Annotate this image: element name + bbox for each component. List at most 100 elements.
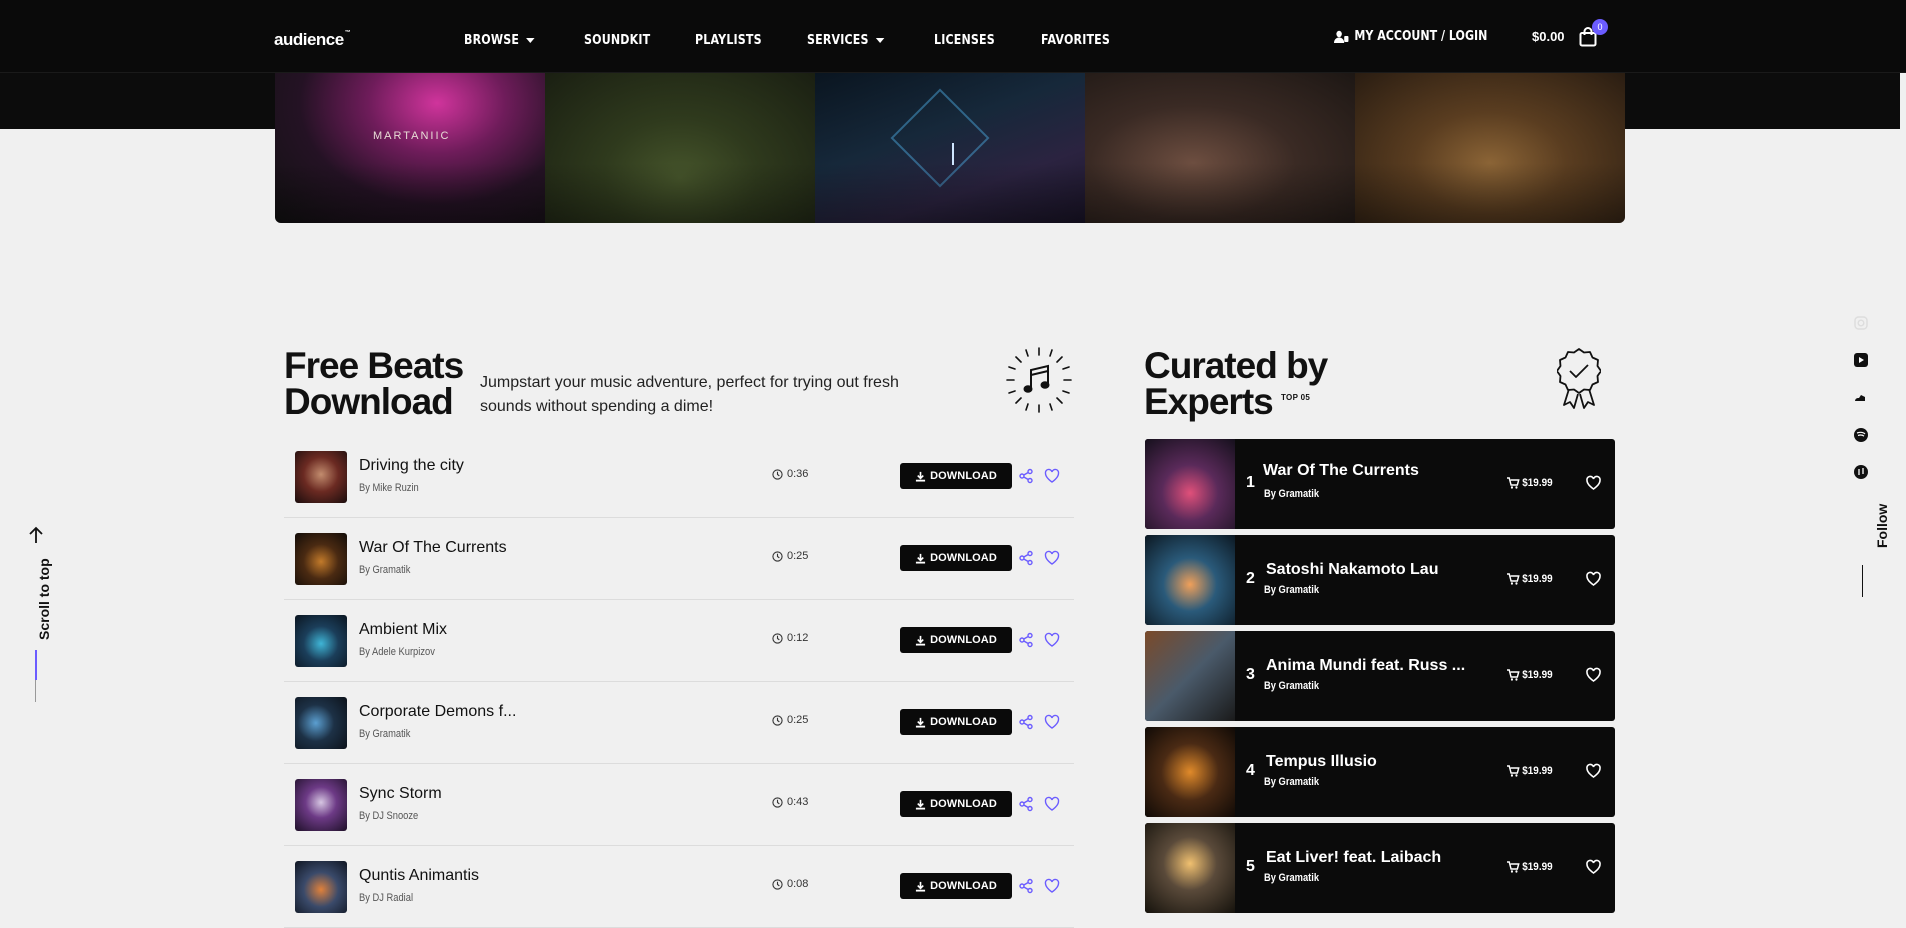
add-to-cart-button[interactable]: $19.99 [1507, 477, 1553, 489]
beat-artist[interactable]: By Adele Kurpizov [359, 646, 435, 658]
arrow-up-icon[interactable] [28, 526, 44, 544]
beat-row[interactable]: Driving the city By Mike Ruzin 0:36 DOWN… [284, 436, 1074, 518]
share-icon[interactable] [1018, 550, 1034, 566]
beat-artist[interactable]: By DJ Snooze [359, 810, 418, 822]
download-button[interactable]: DOWNLOAD [900, 463, 1012, 489]
heart-icon[interactable] [1044, 714, 1060, 730]
heart-icon[interactable] [1044, 632, 1060, 648]
heart-icon[interactable] [1585, 475, 1602, 491]
curated-title[interactable]: Eat Liver! feat. Laibach [1266, 849, 1441, 867]
share-icon[interactable] [1018, 796, 1034, 812]
beat-row[interactable]: Quntis Animantis By DJ Radial 0:08 DOWNL… [284, 846, 1074, 928]
nav-soundkit[interactable]: SOUNDKIT [584, 33, 650, 48]
beat-cover-image[interactable] [295, 533, 347, 585]
nav-services[interactable]: SERVICES [807, 33, 884, 48]
apple-music-icon[interactable] [1854, 465, 1868, 479]
curated-row[interactable]: 5 Eat Liver! feat. Laibach By Gramatik $… [1145, 823, 1615, 913]
heart-icon[interactable] [1044, 468, 1060, 484]
beat-cover-image[interactable] [295, 861, 347, 913]
heart-icon[interactable] [1585, 859, 1602, 875]
share-icon[interactable] [1018, 632, 1034, 648]
cart-total[interactable]: $0.00 [1532, 29, 1565, 44]
download-button[interactable]: DOWNLOAD [900, 545, 1012, 571]
add-to-cart-button[interactable]: $19.99 [1507, 573, 1553, 585]
curated-artist[interactable]: By Gramatik [1264, 680, 1319, 692]
share-icon[interactable] [1018, 714, 1034, 730]
curated-title[interactable]: Satoshi Nakamoto Lau [1266, 561, 1438, 579]
download-button[interactable]: DOWNLOAD [900, 873, 1012, 899]
add-to-cart-button[interactable]: $19.99 [1507, 669, 1553, 681]
heart-icon[interactable] [1585, 571, 1602, 587]
banner-image-4[interactable] [1085, 73, 1355, 223]
soundcloud-icon[interactable] [1854, 391, 1868, 405]
curated-artist[interactable]: By Gramatik [1264, 872, 1319, 884]
curated-row[interactable]: 1 War Of The Currents By Gramatik $19.99 [1145, 439, 1615, 529]
beat-duration: 0:25 [772, 550, 808, 562]
heart-icon[interactable] [1044, 878, 1060, 894]
beat-cover-image[interactable] [295, 615, 347, 667]
curated-title: Curated by Experts [1144, 345, 1328, 422]
curated-cover-image[interactable] [1145, 727, 1235, 817]
add-to-cart-button[interactable]: $19.99 [1507, 765, 1553, 777]
curated-title[interactable]: Tempus Illusio [1266, 753, 1377, 771]
beat-title[interactable]: Ambient Mix [359, 621, 447, 639]
nav-favorites[interactable]: FAVORITES [1041, 33, 1110, 48]
curated-artist[interactable]: By Gramatik [1264, 584, 1319, 596]
account-login-link[interactable]: MY ACCOUNT / LOGIN [1334, 29, 1487, 44]
share-icon[interactable] [1018, 878, 1034, 894]
beat-title[interactable]: Quntis Animantis [359, 867, 479, 885]
scroll-to-top-link[interactable]: Scroll to top [36, 558, 52, 640]
curated-cover-image[interactable] [1145, 631, 1235, 721]
curated-title[interactable]: War Of The Currents [1263, 462, 1419, 480]
clock-icon [772, 550, 783, 562]
beat-cover-image[interactable] [295, 451, 347, 503]
banner-image-2[interactable] [545, 73, 815, 223]
youtube-icon[interactable] [1854, 353, 1868, 367]
beat-artist[interactable]: By Mike Ruzin [359, 482, 419, 494]
download-button[interactable]: DOWNLOAD [900, 627, 1012, 653]
curated-rank: 5 [1246, 858, 1255, 875]
curated-cover-image[interactable] [1145, 439, 1235, 529]
beat-row[interactable]: War Of The Currents By Gramatik 0:25 DOW… [284, 518, 1074, 600]
beat-title[interactable]: Sync Storm [359, 785, 442, 803]
beat-cover-image[interactable] [295, 697, 347, 749]
download-icon [916, 881, 926, 892]
share-icon[interactable] [1018, 468, 1034, 484]
download-icon [916, 471, 926, 482]
curated-title[interactable]: Anima Mundi feat. Russ ... [1266, 657, 1465, 675]
beat-title[interactable]: Driving the city [359, 457, 464, 475]
download-button[interactable]: DOWNLOAD [900, 709, 1012, 735]
heart-icon[interactable] [1585, 763, 1602, 779]
heart-icon[interactable] [1585, 667, 1602, 683]
banner-image-3[interactable] [815, 73, 1085, 223]
heart-icon[interactable] [1044, 550, 1060, 566]
site-logo[interactable]: audience™ [274, 30, 351, 50]
curated-cover-image[interactable] [1145, 535, 1235, 625]
curated-artist[interactable]: By Gramatik [1264, 776, 1319, 788]
heart-icon[interactable] [1044, 796, 1060, 812]
nav-playlists[interactable]: PLAYLISTS [695, 33, 762, 48]
nav-licenses[interactable]: LICENSES [934, 33, 995, 48]
download-button[interactable]: DOWNLOAD [900, 791, 1012, 817]
curated-row[interactable]: 3 Anima Mundi feat. Russ ... By Gramatik… [1145, 631, 1615, 721]
curated-row[interactable]: 2 Satoshi Nakamoto Lau By Gramatik $19.9… [1145, 535, 1615, 625]
nav-browse[interactable]: BROWSE [464, 33, 535, 48]
spotify-icon[interactable] [1854, 428, 1868, 442]
beat-artist[interactable]: By Gramatik [359, 564, 410, 576]
beat-title[interactable]: Corporate Demons f... [359, 703, 516, 721]
beat-artist[interactable]: By DJ Radial [359, 892, 413, 904]
beat-title[interactable]: War Of The Currents [359, 539, 507, 557]
banner-image-5[interactable] [1355, 73, 1625, 223]
add-to-cart-button[interactable]: $19.99 [1507, 861, 1553, 873]
instagram-icon[interactable] [1854, 316, 1868, 330]
banner-image-1[interactable]: MARTANIIC [275, 73, 545, 223]
beat-cover-image[interactable] [295, 779, 347, 831]
curated-artist[interactable]: By Gramatik [1264, 488, 1319, 500]
curated-row[interactable]: 4 Tempus Illusio By Gramatik $19.99 [1145, 727, 1615, 817]
curated-cover-image[interactable] [1145, 823, 1235, 913]
beat-row[interactable]: Corporate Demons f... By Gramatik 0:25 D… [284, 682, 1074, 764]
beat-duration: 0:43 [772, 796, 808, 808]
beat-row[interactable]: Ambient Mix By Adele Kurpizov 0:12 DOWNL… [284, 600, 1074, 682]
beat-artist[interactable]: By Gramatik [359, 728, 410, 740]
beat-row[interactable]: Sync Storm By DJ Snooze 0:43 DOWNLOAD [284, 764, 1074, 846]
